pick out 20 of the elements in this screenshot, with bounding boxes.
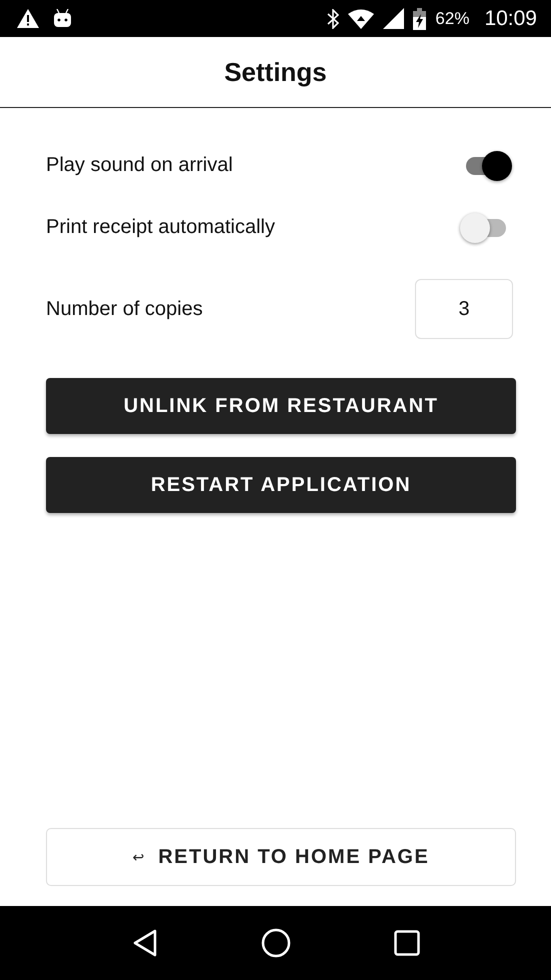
copies-input[interactable]: 3 — [415, 279, 513, 339]
clock-time: 10:09 — [484, 6, 537, 30]
robot-icon — [53, 9, 72, 28]
setting-label: Play sound on arrival — [46, 154, 233, 176]
page-title: Settings — [224, 56, 327, 88]
battery-icon — [413, 8, 426, 30]
action-button[interactable]: UNLINK FROM RESTAURANT — [46, 378, 516, 434]
recents-icon[interactable] — [394, 930, 420, 956]
home-icon[interactable] — [260, 928, 290, 958]
bluetooth-icon — [327, 8, 340, 28]
wifi-icon — [348, 8, 374, 28]
battery-percentage: 62% — [435, 8, 470, 28]
back-icon[interactable] — [132, 929, 158, 957]
setting-label: Print receipt automatically — [46, 216, 275, 238]
warning-icon — [17, 9, 39, 28]
setting-label: Number of copies — [46, 298, 203, 320]
signal-icon — [383, 8, 404, 29]
action-button[interactable]: RESTART APPLICATION — [46, 457, 516, 513]
return-button[interactable]: ↩ RETURN TO HOME PAGE — [46, 828, 516, 886]
return-icon: ↩ — [132, 849, 146, 865]
